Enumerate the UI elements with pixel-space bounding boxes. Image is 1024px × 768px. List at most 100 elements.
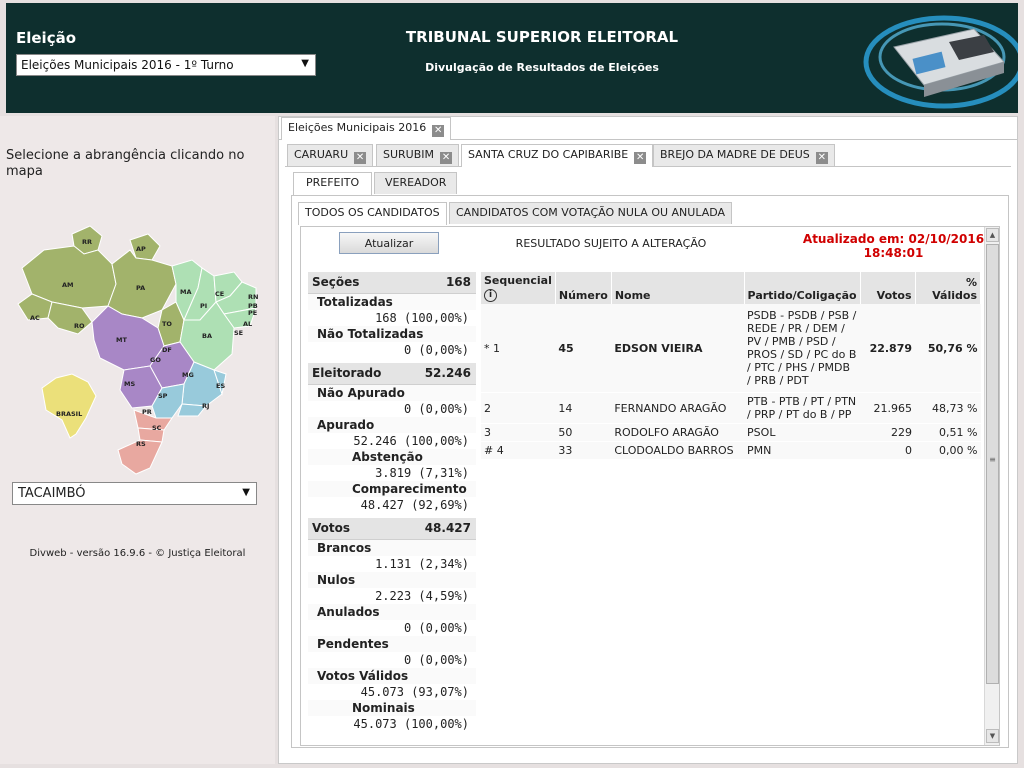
tab-label: BREJO DA MADRE DE DEUS	[660, 148, 810, 161]
map-label-mg: MG	[182, 371, 194, 379]
stat-value: 48.427 (92,69%)	[308, 497, 476, 513]
stat-secoes: Seções 168	[308, 272, 476, 294]
tab-label: SANTA CRUZ DO CAPIBARIBE	[468, 148, 629, 161]
info-icon[interactable]: i	[484, 289, 497, 302]
chevron-down-icon: ▼	[242, 487, 250, 498]
chevron-down-icon: ▼	[301, 58, 309, 69]
stat-label: Seções	[312, 275, 360, 289]
cell-validos: 50,76 %	[915, 304, 981, 393]
map-label-ce: CE	[215, 290, 224, 298]
table-header-row: Sequencial i Número Nome Partido/Coligaç…	[481, 272, 982, 304]
cell-partido: PTB - PTB / PT / PTN / PRP / PT do B / P…	[744, 392, 861, 424]
tab-election[interactable]: Eleições Municipais 2016 ✕	[281, 117, 452, 140]
election-select[interactable]: Eleições Municipais 2016 - 1º Turno ▼	[16, 54, 316, 76]
stat-label: Totalizadas	[308, 294, 476, 310]
grip-icon: ≡	[989, 455, 996, 464]
scroll-down-icon[interactable]: ▼	[986, 729, 999, 743]
table-row[interactable]: 2 14 FERNANDO ARAGÃO PTB - PTB / PT / PT…	[481, 392, 981, 424]
tab-vereador[interactable]: VEREADOR	[374, 172, 458, 194]
stat-value: 45.073 (93,07%)	[308, 684, 476, 700]
map-label-ac: AC	[30, 314, 40, 322]
result-notice: RESULTADO SUJEITO A ALTERAÇÃO	[515, 237, 707, 250]
cell-nome: RODOLFO ARAGÃO	[611, 423, 745, 442]
tab-label: SURUBIM	[383, 148, 435, 161]
cell-votos: 0	[860, 441, 916, 460]
tab-municipio-santa-cruz[interactable]: SANTA CRUZ DO CAPIBARIBE ✕	[461, 144, 654, 167]
map-label-ms: MS	[124, 380, 135, 388]
column-header-partido[interactable]: Partido/Coligação	[744, 272, 861, 304]
scroll-up-icon[interactable]: ▲	[986, 228, 999, 242]
tab-todos-candidatos[interactable]: TODOS OS CANDIDATOS	[298, 202, 447, 225]
tab-label: TODOS OS CANDIDATOS	[305, 206, 440, 219]
map-label-go: GO	[150, 356, 161, 364]
column-header-label: Sequencial	[484, 274, 552, 287]
column-header-validos[interactable]: % Válidos	[915, 272, 982, 304]
column-header-numero[interactable]: Número	[555, 272, 612, 304]
results-pane: Eleições Municipais 2016 ✕ CARUARU ✕ SURUB…	[278, 116, 1018, 764]
update-button[interactable]: Atualizar	[339, 232, 439, 254]
close-icon[interactable]: ✕	[354, 152, 367, 164]
table-row[interactable]: # 4 33 CLODOALDO BARROS PMN 0 0,00 %	[481, 441, 981, 460]
cell-numero: 45	[555, 304, 612, 393]
cell-nome: CLODOALDO BARROS	[611, 441, 745, 460]
map-label-rr: RR	[82, 238, 92, 246]
cell-partido: PMN	[744, 441, 861, 460]
stat-value: 0 (0,00%)	[308, 342, 476, 358]
column-header-votos[interactable]: Votos	[860, 272, 916, 304]
tab-municipio-surubim[interactable]: SURUBIM ✕	[376, 144, 460, 166]
map-brasil[interactable]	[41, 373, 97, 439]
tab-votacao-nula[interactable]: CANDIDATOS COM VOTAÇÃO NULA OU ANULADA	[449, 202, 733, 224]
close-icon[interactable]: ✕	[815, 152, 828, 164]
election-select-value: Eleições Municipais 2016 - 1º Turno	[21, 58, 234, 72]
tab-label: CANDIDATOS COM VOTAÇÃO NULA OU ANULADA	[456, 206, 726, 219]
stat-value: 0 (0,00%)	[308, 620, 476, 636]
table-row[interactable]: * 1 45 EDSON VIEIRA PSDB - PSDB / PSB / …	[481, 304, 981, 393]
updated-time: 18:48:01	[863, 246, 924, 260]
cell-seq: * 1	[481, 304, 556, 393]
stat-label: Pendentes	[308, 636, 476, 652]
vertical-scrollbar[interactable]: ▲ ≡ ▼	[984, 227, 999, 745]
column-header-seq[interactable]: Sequencial i	[481, 272, 556, 304]
cell-numero: 50	[555, 423, 612, 442]
map-label-al: AL	[243, 320, 252, 328]
cell-nome: FERNANDO ARAGÃO	[611, 392, 745, 424]
updated-timestamp: Atualizado em: 02/10/2016 18:48:01	[786, 232, 1001, 260]
municipality-select[interactable]: TACAIMBÓ ▼	[12, 482, 257, 505]
stat-label: Comparecimento	[308, 481, 476, 497]
stat-label: Apurado	[308, 417, 476, 433]
map-label-se: SE	[234, 329, 243, 337]
map-label-es: ES	[216, 382, 225, 390]
candidates-body: * 1 45 EDSON VIEIRA PSDB - PSDB / PSB / …	[481, 304, 981, 460]
column-header-nome[interactable]: Nome	[611, 272, 745, 304]
stat-value: 168	[445, 275, 471, 289]
tab-municipio-caruaru[interactable]: CARUARU ✕	[287, 144, 374, 166]
close-icon[interactable]: ✕	[432, 125, 445, 137]
stat-value: 0 (0,00%)	[308, 652, 476, 668]
stat-label: Eleitorado	[312, 366, 382, 380]
stat-value: 0 (0,00%)	[308, 401, 476, 417]
tab-label: PREFEITO	[306, 176, 360, 189]
map-label-ro: RO	[74, 322, 85, 330]
map-label-to: TO	[162, 320, 172, 328]
cell-seq: 2	[481, 392, 556, 424]
header-banner: Eleição Eleições Municipais 2016 - 1º Tu…	[6, 3, 1018, 113]
stat-value: 52.246	[424, 366, 471, 380]
tab-prefeito[interactable]: PREFEITO	[293, 172, 373, 195]
close-icon[interactable]: ✕	[440, 152, 453, 164]
map-label-pi: PI	[200, 302, 207, 310]
cell-votos: 22.879	[860, 304, 916, 393]
tab-election-label: Eleições Municipais 2016	[288, 121, 427, 134]
close-icon[interactable]: ✕	[634, 152, 647, 164]
table-row[interactable]: 3 50 RODOLFO ARAGÃO PSOL 229 0,51 %	[481, 423, 981, 442]
version-footer: Divweb - versão 16.9.6 - © Justiça Eleit…	[29, 548, 246, 559]
scrollbar-thumb[interactable]: ≡	[986, 244, 999, 684]
stat-label: Votos Válidos	[308, 668, 476, 684]
stat-label: Votos	[312, 521, 350, 535]
municipality-select-value: TACAIMBÓ	[18, 486, 86, 501]
updated-date: Atualizado em: 02/10/2016	[802, 232, 985, 246]
map-label-ba: BA	[202, 332, 212, 340]
tab-municipio-brejo[interactable]: BREJO DA MADRE DE DEUS ✕	[653, 144, 835, 166]
cell-votos: 229	[860, 423, 916, 442]
stat-value: 3.819 (7,31%)	[308, 465, 476, 481]
left-pane: Selecione a abrangência clicando no mapa	[0, 116, 275, 764]
